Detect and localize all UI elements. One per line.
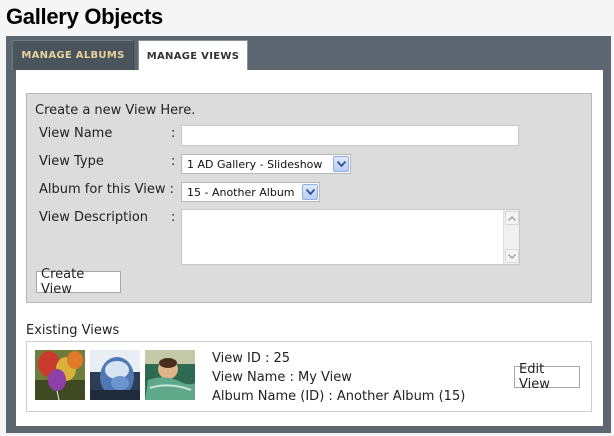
chevron-down-icon[interactable] [302,184,318,200]
scroll-up-icon[interactable] [505,211,519,225]
tab-manage-views[interactable]: MANAGE VIEWS [138,40,248,72]
balloons-thumbnail [35,350,85,400]
album-name-text: Album Name (ID) : Another Album (15) [212,389,466,404]
create-view-heading: Create a new View Here. [35,103,196,118]
tab-manage-albums[interactable]: MANAGE ALBUMS [12,40,134,70]
create-view-button[interactable]: Create View [36,267,121,297]
existing-views-heading: Existing Views [26,323,120,338]
view-description-colon: : [171,210,176,225]
view-type-label: View Type [39,154,104,169]
album-label: Album for this View : [39,182,175,197]
view-id-text: View ID : 25 [212,351,291,366]
view-type-select[interactable]: 1 AD Gallery - Slideshow [181,154,351,174]
view-type-colon: : [171,154,176,169]
view-description-label: View Description [39,210,149,225]
scroll-down-icon[interactable] [505,249,519,263]
album-value: 15 - Another Album [187,185,295,199]
page-title: Gallery Objects [6,4,163,29]
album-select[interactable]: 15 - Another Album [181,182,320,202]
view-name-text: View Name : My View [212,370,352,385]
edit-view-button[interactable]: Edit View [514,362,580,392]
view-description-textarea[interactable] [181,209,520,265]
view-name-label: View Name [39,126,113,141]
airplane-window-thumbnail [90,350,140,400]
chevron-down-icon[interactable] [333,156,349,172]
view-name-input[interactable] [181,125,519,146]
view-name-colon: : [171,126,176,141]
view-type-value: 1 AD Gallery - Slideshow [187,157,323,171]
textarea-scrollbar[interactable] [503,210,519,264]
swimmer-thumbnail [145,350,195,400]
